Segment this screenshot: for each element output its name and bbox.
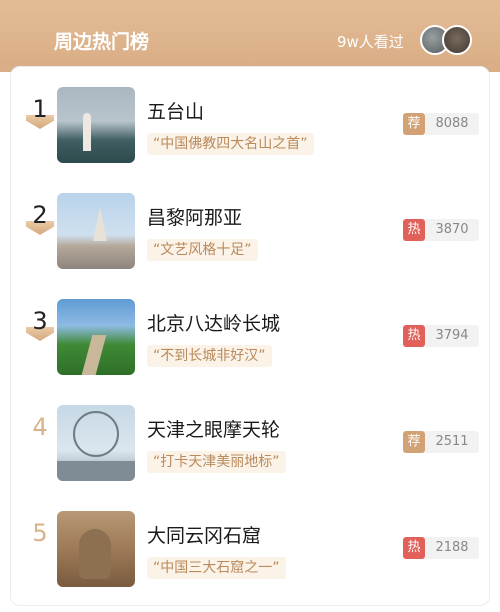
attraction-name[interactable]: 天津之眼摩天轮 bbox=[147, 415, 280, 442]
rank-number: 5 bbox=[32, 519, 48, 547]
attraction-tagline: “不到长城非好汉” bbox=[147, 345, 272, 367]
list-item[interactable]: 4 天津之眼摩天轮 “打卡天津美丽地标” 荐 2511 bbox=[11, 385, 491, 491]
rank-number: 4 bbox=[32, 413, 48, 441]
popularity-count: 8088 bbox=[425, 113, 479, 135]
attraction-tagline: “文艺风格十足” bbox=[147, 239, 258, 261]
attraction-tagline: “打卡天津美丽地标” bbox=[147, 451, 286, 473]
recommend-badge: 荐 bbox=[403, 113, 425, 135]
list-item[interactable]: 5 大同云冈石窟 “中国三大石窟之一” 热 2188 bbox=[11, 491, 491, 597]
attraction-name[interactable]: 大同云冈石窟 bbox=[147, 521, 261, 548]
popularity-count: 2188 bbox=[425, 537, 479, 559]
hot-badge: 热 bbox=[403, 537, 425, 559]
recommend-badge: 荐 bbox=[403, 431, 425, 453]
rank-number: 1 bbox=[32, 95, 48, 123]
avatar bbox=[442, 25, 472, 55]
attraction-tagline: “中国佛教四大名山之首” bbox=[147, 133, 314, 155]
list-item[interactable]: 2 昌黎阿那亚 “文艺风格十足” 热 3870 bbox=[11, 173, 491, 279]
viewer-avatars[interactable] bbox=[420, 25, 480, 55]
rank-marker: 1 bbox=[23, 95, 57, 135]
rank-marker: 3 bbox=[23, 307, 57, 347]
popularity-count: 2511 bbox=[425, 431, 479, 453]
buddha-grotto-image[interactable] bbox=[57, 511, 135, 587]
popularity-count: 3870 bbox=[425, 219, 479, 241]
ranking-header: 周边热门榜 9w人看过 bbox=[0, 0, 500, 72]
list-item[interactable]: 3 北京八达岭长城 “不到长城非好汉” 热 3794 bbox=[11, 279, 491, 385]
ranking-list: 1 五台山 “中国佛教四大名山之首” 荐 8088 2 昌黎阿那亚 “文艺风格十… bbox=[10, 66, 490, 606]
rank-marker: 5 bbox=[23, 519, 57, 559]
hot-badge: 热 bbox=[403, 325, 425, 347]
rank-marker: 2 bbox=[23, 201, 57, 241]
rank-marker: 4 bbox=[23, 413, 57, 453]
great-wall-image[interactable] bbox=[57, 299, 135, 375]
list-item[interactable]: 1 五台山 “中国佛教四大名山之首” 荐 8088 bbox=[11, 67, 491, 173]
page-title: 周边热门榜 bbox=[54, 31, 150, 53]
attraction-name[interactable]: 昌黎阿那亚 bbox=[147, 203, 242, 230]
hot-badge: 热 bbox=[403, 219, 425, 241]
attraction-tagline: “中国三大石窟之一” bbox=[147, 557, 286, 579]
view-count: 9w人看过 bbox=[337, 33, 404, 51]
attraction-name[interactable]: 北京八达岭长城 bbox=[147, 309, 280, 336]
seaside-chapel-image[interactable] bbox=[57, 193, 135, 269]
rank-number: 3 bbox=[32, 307, 48, 335]
rank-number: 2 bbox=[32, 201, 48, 229]
popularity-count: 3794 bbox=[425, 325, 479, 347]
ferris-wheel-image[interactable] bbox=[57, 405, 135, 481]
pagoda-mountain-image[interactable] bbox=[57, 87, 135, 163]
attraction-name[interactable]: 五台山 bbox=[147, 97, 204, 124]
